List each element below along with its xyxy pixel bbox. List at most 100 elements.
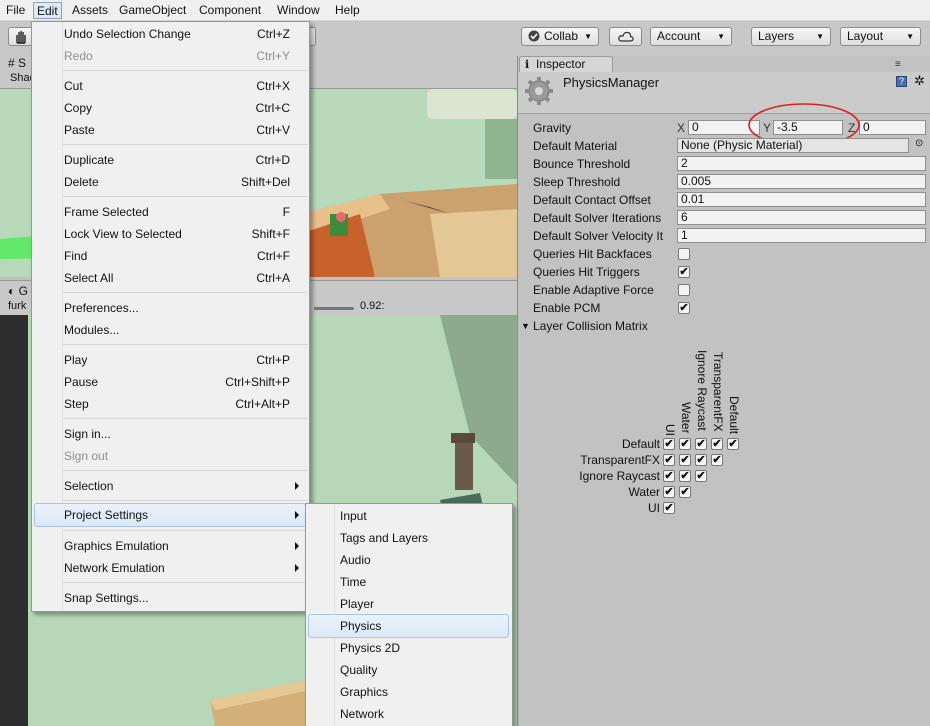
object-picker-icon[interactable]: ⊙: [915, 138, 923, 149]
layers-dropdown[interactable]: Layers ▼: [751, 27, 831, 46]
menu-file[interactable]: File: [3, 2, 28, 19]
shortcut-play: Ctrl+P: [256, 353, 290, 367]
default-contact-offset-field[interactable]: 0.01: [677, 192, 926, 207]
default-contact-offset-label: Default Contact Offset: [533, 193, 651, 207]
submenu-item-player[interactable]: Player: [340, 593, 374, 615]
menu-item-lock-view[interactable]: Lock View to Selected: [64, 223, 182, 245]
scale-slider[interactable]: [314, 307, 354, 310]
info-icon: ℹ: [525, 59, 530, 71]
menu-item-sign-in[interactable]: Sign in...: [64, 423, 111, 445]
menu-item-step[interactable]: Step: [64, 393, 89, 415]
matrix-checkbox[interactable]: ✔: [711, 454, 723, 466]
shortcut-duplicate: Ctrl+D: [255, 153, 290, 167]
shortcut-frame-selected: F: [282, 205, 290, 219]
menu-item-copy[interactable]: Copy: [64, 97, 92, 119]
menu-help[interactable]: Help: [332, 2, 363, 19]
default-material-field[interactable]: None (Physic Material): [677, 138, 909, 153]
menu-item-pause[interactable]: Pause: [64, 371, 98, 393]
matrix-checkbox[interactable]: ✔: [679, 454, 691, 466]
layout-dropdown[interactable]: Layout ▼: [840, 27, 921, 46]
matrix-checkbox[interactable]: ✔: [679, 438, 691, 450]
submenu-item-audio[interactable]: Audio: [340, 549, 371, 571]
display-dropdown[interactable]: furk: [8, 300, 26, 312]
shortcut-paste: Ctrl+V: [256, 123, 290, 137]
gravity-z-field[interactable]: 0: [859, 120, 926, 135]
cloud-button[interactable]: [609, 27, 642, 46]
project-settings-items: Input Tags and Layers Audio Time Player …: [305, 503, 513, 726]
menu-item-delete[interactable]: Delete: [64, 171, 99, 193]
menu-window[interactable]: Window: [274, 2, 323, 19]
gravity-label: Gravity: [533, 121, 572, 135]
shortcut-undo: Ctrl+Z: [257, 27, 290, 41]
submenu-item-physics[interactable]: Physics: [340, 615, 381, 637]
collab-button[interactable]: Collab ▼: [521, 27, 599, 46]
matrix-checkbox[interactable]: ✔: [663, 486, 675, 498]
matrix-checkbox[interactable]: ✔: [663, 454, 675, 466]
matrix-checkbox[interactable]: ✔: [695, 454, 707, 466]
matrix-checkbox[interactable]: ✔: [663, 502, 675, 514]
menu-item-select-all[interactable]: Select All: [64, 267, 113, 289]
separator: [63, 144, 308, 145]
menu-item-snap-settings[interactable]: Snap Settings...: [64, 587, 149, 609]
default-solver-velocity-label: Default Solver Velocity It: [533, 229, 664, 243]
matrix-checkbox[interactable]: ✔: [663, 470, 675, 482]
menu-item-graphics-emulation[interactable]: Graphics Emulation: [64, 535, 169, 557]
default-solver-velocity-field[interactable]: 1: [677, 228, 926, 243]
bounce-threshold-field[interactable]: 2: [677, 156, 926, 171]
menu-item-paste[interactable]: Paste: [64, 119, 95, 141]
matrix-checkbox[interactable]: ✔: [679, 470, 691, 482]
default-material-label: Default Material: [533, 139, 618, 153]
menu-item-project-settings[interactable]: Project Settings: [64, 504, 148, 526]
queries-hit-backfaces-checkbox[interactable]: [678, 248, 690, 260]
enable-pcm-checkbox[interactable]: ✔: [678, 302, 690, 314]
submenu-item-network[interactable]: Network: [340, 703, 384, 725]
separator: [63, 582, 308, 583]
menu-item-cut[interactable]: Cut: [64, 75, 83, 97]
menu-item-sign-out[interactable]: Sign out: [64, 445, 108, 467]
menu-item-preferences[interactable]: Preferences...: [64, 297, 139, 319]
menu-gameobject[interactable]: GameObject: [116, 2, 189, 19]
scene-tab[interactable]: # S: [8, 56, 26, 70]
submenu-item-graphics[interactable]: Graphics: [340, 681, 388, 703]
matrix-checkbox[interactable]: ✔: [695, 470, 707, 482]
separator: [63, 418, 308, 419]
menu-item-modules[interactable]: Modules...: [64, 319, 119, 341]
menu-item-selection[interactable]: Selection: [64, 475, 113, 497]
inspector-tab[interactable]: ℹ Inspector: [519, 56, 613, 72]
matrix-checkbox[interactable]: ✔: [727, 438, 739, 450]
game-tab[interactable]: ◐ G: [8, 284, 28, 298]
menu-item-duplicate[interactable]: Duplicate: [64, 149, 114, 171]
sleep-threshold-field[interactable]: 0.005: [677, 174, 926, 189]
submenu-item-quality[interactable]: Quality: [340, 659, 377, 681]
enable-adaptive-force-label: Enable Adaptive Force: [533, 283, 654, 297]
submenu-item-input[interactable]: Input: [340, 505, 367, 527]
settings-gear-icon[interactable]: ✲: [914, 73, 925, 89]
submenu-item-physics-2d[interactable]: Physics 2D: [340, 637, 400, 659]
matrix-checkbox[interactable]: ✔: [663, 438, 675, 450]
default-solver-iterations-field[interactable]: 6: [677, 210, 926, 225]
menu-item-redo[interactable]: Redo: [64, 45, 93, 67]
bounce-threshold-label: Bounce Threshold: [533, 157, 631, 171]
matrix-checkbox[interactable]: ✔: [679, 486, 691, 498]
queries-hit-triggers-checkbox[interactable]: ✔: [678, 266, 690, 278]
menu-component[interactable]: Component: [196, 2, 264, 19]
menu-item-play[interactable]: Play: [64, 349, 87, 371]
submenu-item-tags-and-layers[interactable]: Tags and Layers: [340, 527, 428, 549]
account-button[interactable]: Account ▼: [650, 27, 732, 46]
menu-item-undo[interactable]: Undo Selection Change: [64, 23, 191, 45]
foldout-arrow-icon[interactable]: ▼: [521, 321, 530, 331]
edit-menu-items: Undo Selection Change Ctrl+Z Redo Ctrl+Y…: [31, 21, 310, 612]
menu-assets[interactable]: Assets: [69, 2, 111, 19]
menu-edit[interactable]: Edit: [33, 2, 62, 19]
menu-item-network-emulation[interactable]: Network Emulation: [64, 557, 165, 579]
menu-item-frame-selected[interactable]: Frame Selected: [64, 201, 149, 223]
menu-item-find[interactable]: Find: [64, 245, 87, 267]
panel-menu-icon[interactable]: ≡: [895, 59, 901, 70]
submenu-item-highlight: [308, 614, 509, 638]
help-icon[interactable]: ?: [896, 76, 907, 87]
enable-adaptive-force-checkbox[interactable]: [678, 284, 690, 296]
matrix-checkbox[interactable]: ✔: [711, 438, 723, 450]
submenu-item-time[interactable]: Time: [340, 571, 366, 593]
queries-hit-backfaces-label: Queries Hit Backfaces: [533, 247, 652, 261]
matrix-checkbox[interactable]: ✔: [695, 438, 707, 450]
